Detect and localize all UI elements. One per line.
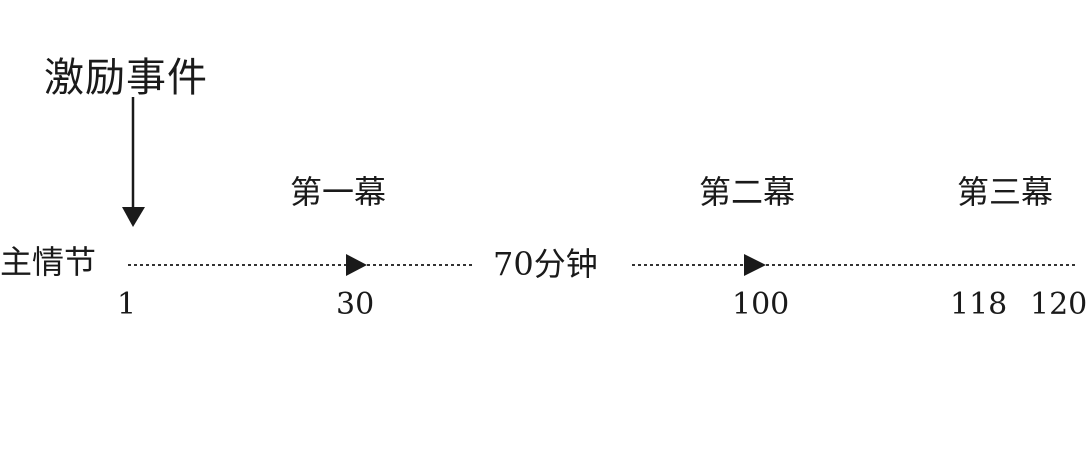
act-two-end-arrow xyxy=(744,254,766,276)
incident-arrow-head xyxy=(122,207,145,227)
timeline-diagram xyxy=(122,97,1078,276)
act-one-end-arrow xyxy=(346,254,367,276)
